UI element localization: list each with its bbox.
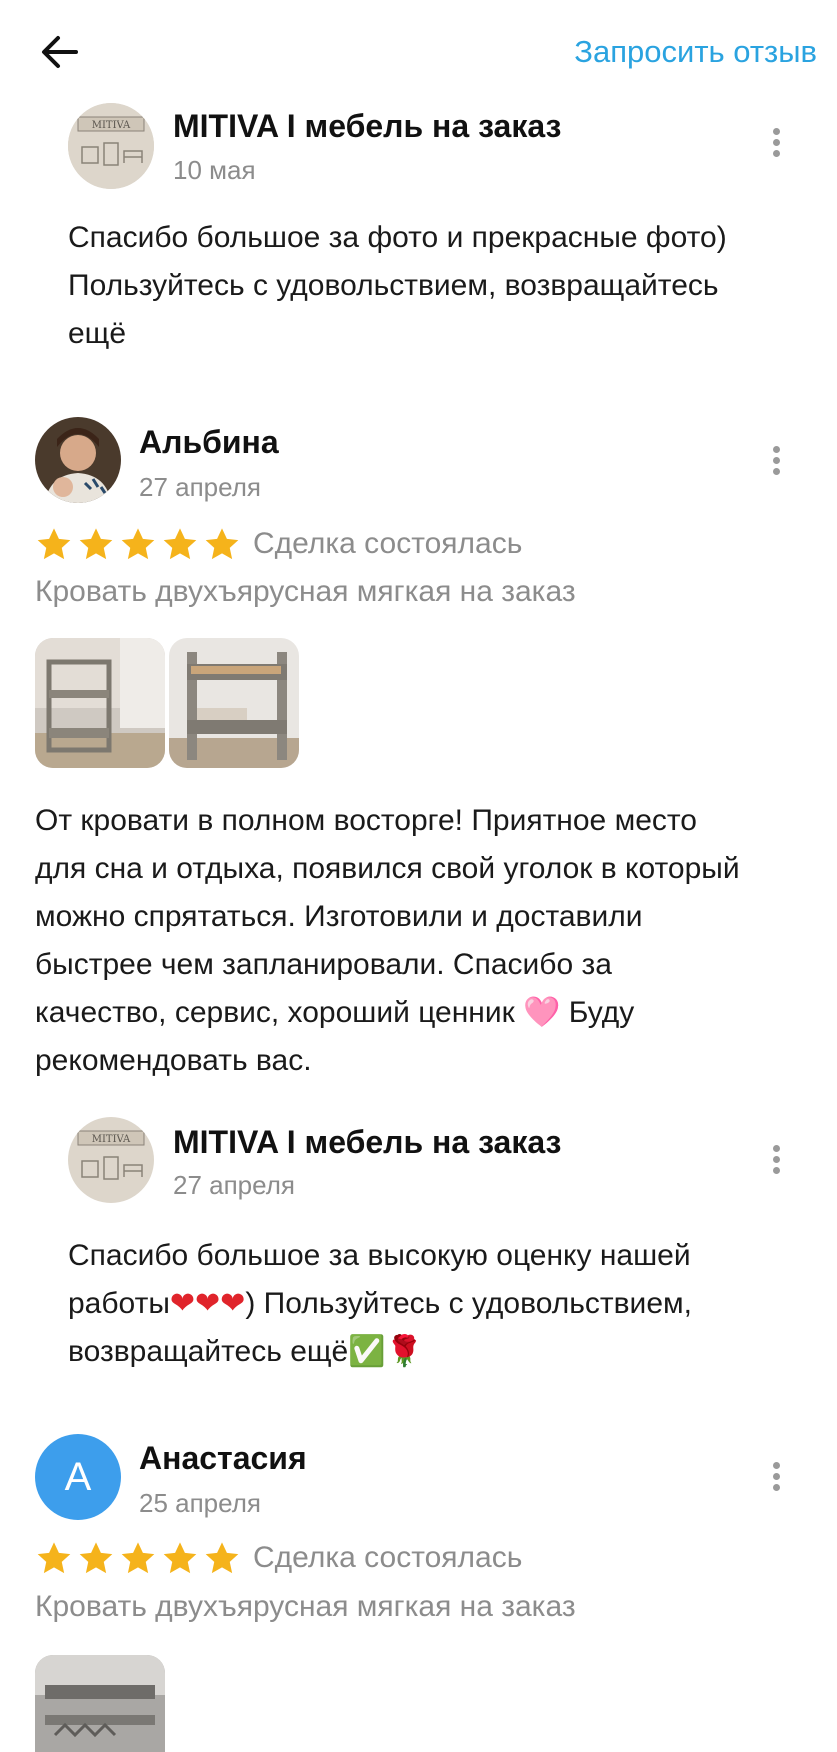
product-link[interactable]: Кровать двухъярусная мягкая на заказ [35, 1590, 576, 1624]
review-text-line: для сна и отдыха, появился свой уголок в… [35, 852, 740, 885]
review-photo[interactable] [35, 638, 165, 768]
review-text-fragment: Буду [560, 996, 635, 1029]
review-text-line: можно спрятаться. Изготовили и доставили [35, 900, 643, 933]
review-text-line: быстрее чем запланировали. Спасибо за [35, 948, 612, 981]
more-options-icon[interactable] [766, 442, 786, 482]
star-icon [121, 528, 155, 560]
reply-author-name: MITIVA I мебель на заказ [173, 108, 562, 144]
user-avatar[interactable] [35, 417, 121, 503]
star-icon [163, 1542, 197, 1574]
reply-date: 27 апреля [173, 1170, 295, 1200]
avatar-letter: А [64, 1454, 92, 1499]
seller-logo-avatar[interactable]: MITIVA [68, 1117, 154, 1203]
product-link[interactable]: Кровать двухъярусная мягкая на заказ [35, 575, 576, 609]
seller-logo-text: MITIVA [92, 120, 131, 131]
more-options-icon[interactable] [766, 1458, 786, 1498]
review-author-name: Альбина [139, 424, 279, 460]
review-author-name: Анастасия [139, 1440, 307, 1476]
star-icon [37, 1542, 71, 1574]
seller-logo-avatar[interactable]: MITIVA [68, 103, 154, 189]
request-review-button[interactable]: Запросить отзыв [574, 34, 817, 70]
review-text-line: качество, сервис, хороший ценник 🩷 Буду [35, 989, 830, 1037]
star-icon [205, 528, 239, 560]
review-date: 25 апреля [139, 1488, 261, 1518]
review-text-line: рекомендовать вас. [35, 1044, 312, 1077]
seller-logo-text: MITIVA [92, 1134, 131, 1145]
back-arrow-icon[interactable] [36, 28, 84, 76]
user-avatar[interactable]: А [35, 1434, 121, 1520]
reply-author-name: MITIVA I мебель на заказ [173, 1124, 562, 1160]
reply-text-line: ещё [68, 317, 127, 350]
star-icon [121, 1542, 155, 1574]
reply-date: 10 мая [173, 155, 256, 185]
check-rose-emoji: ✅🌹 [348, 1334, 423, 1369]
red-hearts-emoji: ❤❤❤ [169, 1286, 246, 1321]
rating-stars [35, 526, 241, 564]
reply-text-line: Спасибо большое за высокую оценку нашей [68, 1239, 691, 1272]
reply-text-line: Спасибо большое за фото и прекрасные фот… [68, 221, 727, 254]
review-text: От кровати в полном восторге! Приятное м… [35, 797, 830, 1085]
review-text-line: От кровати в полном восторге! Приятное м… [35, 804, 697, 837]
reply-text-fragment: ) Пользуйтесь с удовольствием, [245, 1287, 692, 1320]
star-icon [205, 1542, 239, 1574]
more-options-icon[interactable] [766, 1141, 786, 1181]
reply-text: Спасибо большое за высокую оценку нашей … [68, 1232, 828, 1376]
deal-status: Сделка состоялась [253, 527, 523, 560]
more-options-icon[interactable] [766, 124, 786, 164]
rating-stars [35, 1540, 241, 1578]
reply-text-fragment: возвращайтесь ещё [68, 1335, 349, 1368]
reply-text-line: работы❤❤❤) Пользуйтесь с удовольствием, [68, 1280, 828, 1328]
star-icon [79, 528, 113, 560]
star-icon [79, 1542, 113, 1574]
review-photo[interactable] [35, 1655, 165, 1752]
review-date: 27 апреля [139, 472, 261, 502]
star-icon [37, 528, 71, 560]
reply-text-line: Пользуйтесь с удовольствием, возвращайте… [68, 269, 719, 302]
deal-status: Сделка состоялась [253, 1541, 523, 1574]
reply-text-fragment: работы [68, 1287, 170, 1320]
review-photo[interactable] [169, 638, 299, 768]
reply-text-line: возвращайтесь ещё✅🌹 [68, 1328, 828, 1376]
star-icon [163, 528, 197, 560]
review-text-fragment: качество, сервис, хороший ценник [35, 996, 524, 1029]
reply-text: Спасибо большое за фото и прекрасные фот… [68, 214, 828, 358]
pink-heart-emoji: 🩷 [523, 995, 561, 1030]
